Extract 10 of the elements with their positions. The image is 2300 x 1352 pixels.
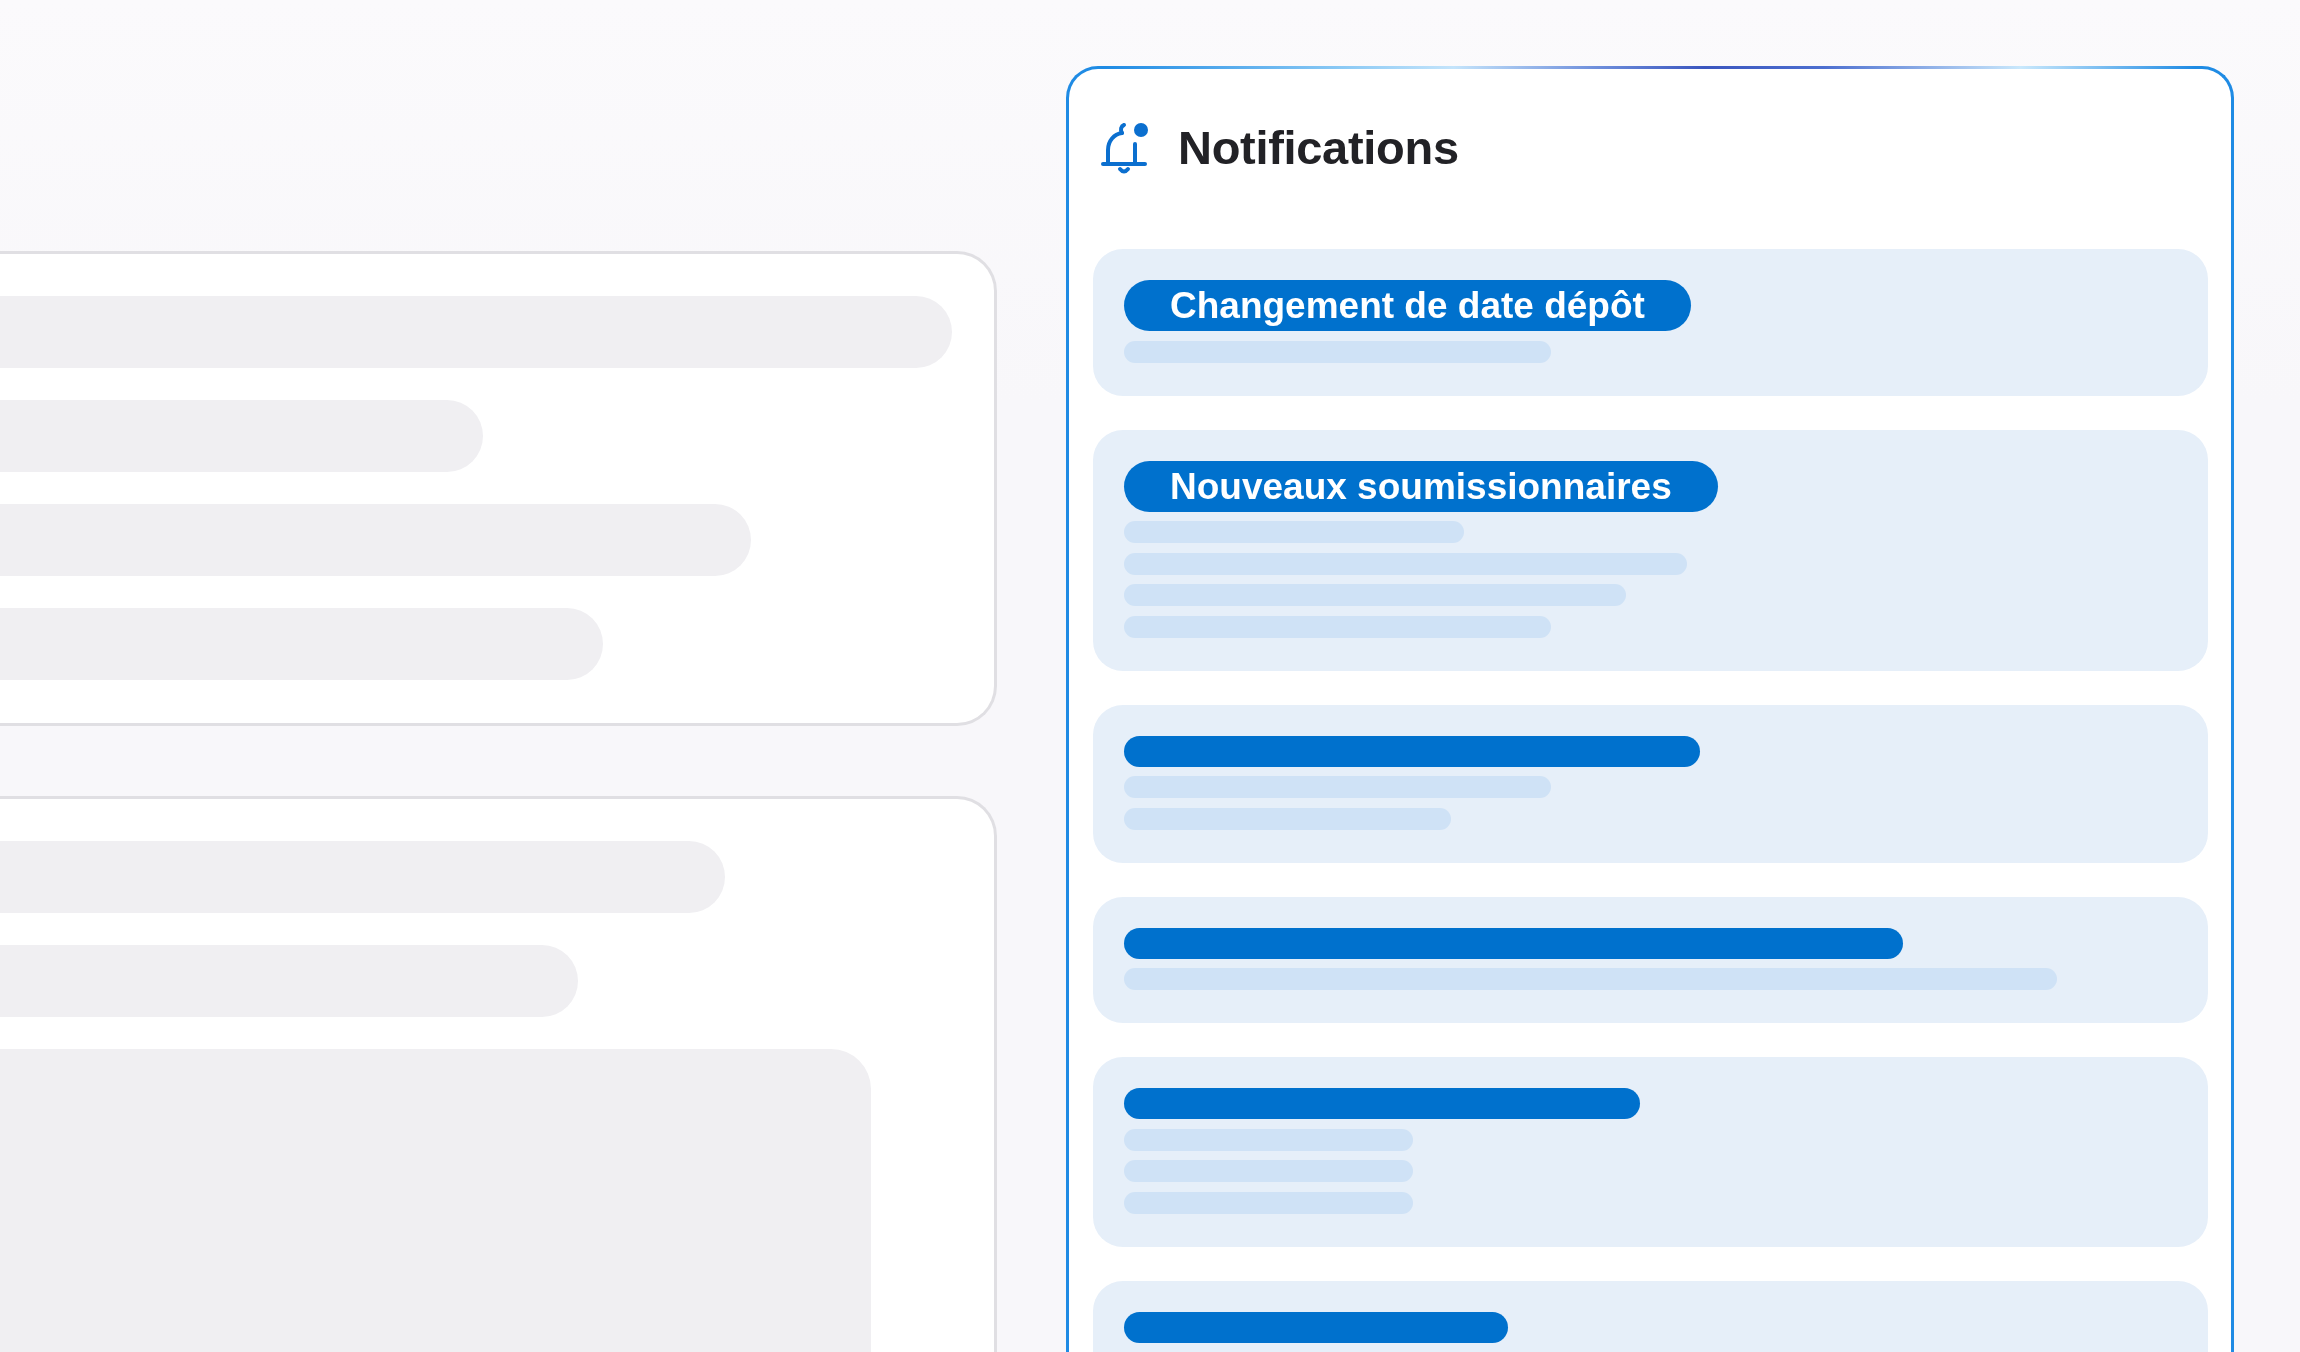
notification-card[interactable]: Nouveaux soumissionnaires <box>1093 429 2208 671</box>
notification-card[interactable] <box>1093 704 2208 863</box>
notification-title: Changement de date dépôt <box>1124 280 1691 331</box>
notification-card[interactable] <box>1093 1057 2208 1247</box>
notification-card[interactable]: Changement de date dépôt <box>1093 249 2208 396</box>
notification-card[interactable] <box>1093 1280 2208 1352</box>
panel-title: Notifications <box>1178 121 1459 175</box>
notification-card[interactable] <box>1093 896 2208 1023</box>
notification-title: Nouveaux soumissionnaires <box>1124 460 1718 512</box>
bell-icon <box>1101 121 1149 175</box>
